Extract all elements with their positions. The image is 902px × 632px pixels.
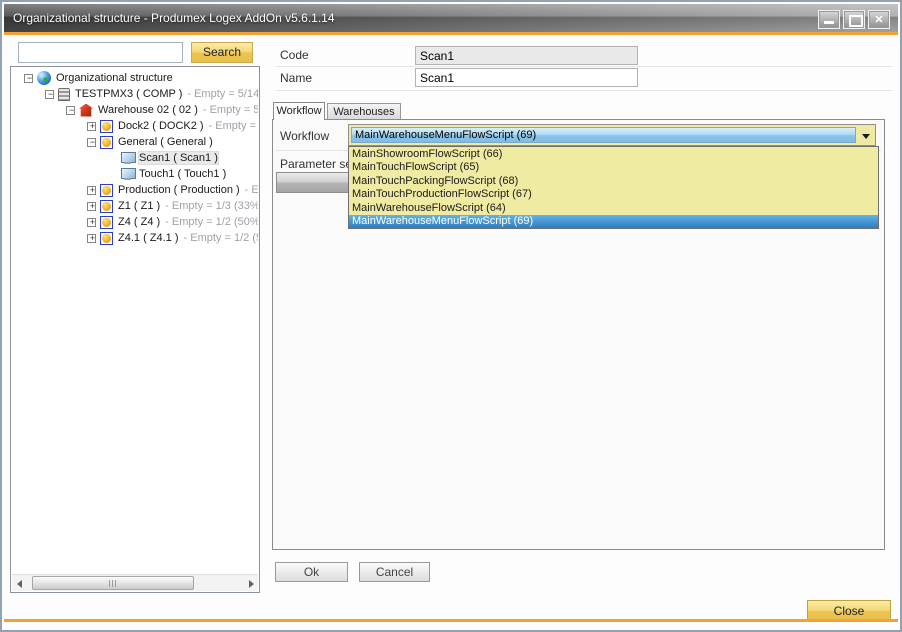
window-controls: [818, 10, 890, 29]
workflow-selected-value: MainWarehouseMenuFlowScript (69): [351, 127, 856, 143]
scroll-left-icon[interactable]: [12, 575, 28, 591]
globe-icon: [37, 71, 51, 85]
row-separator: [276, 90, 892, 91]
expand-icon[interactable]: [87, 122, 96, 131]
zone-icon: [100, 200, 113, 213]
name-field[interactable]: [415, 68, 638, 87]
name-label: Name: [280, 71, 312, 85]
cancel-button[interactable]: Cancel: [359, 562, 430, 582]
tree-item-organizational-structure[interactable]: Organizational structure: [12, 70, 258, 86]
ok-button[interactable]: Ok: [275, 562, 348, 582]
dialog-window: Organizational structure - Produmex Loge…: [0, 0, 902, 632]
scroll-right-icon[interactable]: [242, 575, 258, 591]
tab-workflow[interactable]: Workflow: [273, 102, 325, 120]
tree-rows: Organizational structure TESTPMX3 ( COMP…: [12, 70, 258, 246]
company-icon: [58, 88, 70, 101]
window-title: Organizational structure - Produmex Loge…: [13, 11, 335, 25]
scrollbar-thumb[interactable]: [32, 576, 194, 590]
terminal-icon: [121, 152, 134, 164]
tree-item-general[interactable]: General ( General ): [12, 134, 258, 150]
terminal-icon: [121, 168, 134, 180]
dropdown-option[interactable]: MainTouchProductionFlowScript (67): [349, 188, 878, 202]
code-field[interactable]: [415, 46, 638, 65]
code-label: Code: [280, 48, 309, 62]
accent-line-bottom: [4, 619, 898, 622]
tree-item-touch1[interactable]: Touch1 ( Touch1 ): [12, 166, 258, 182]
expand-icon[interactable]: [87, 202, 96, 211]
close-icon[interactable]: [868, 10, 890, 29]
zone-icon: [100, 120, 113, 133]
row-separator: [276, 66, 892, 67]
dropdown-option[interactable]: MainTouchFlowScript (65): [349, 161, 878, 175]
collapse-icon[interactable]: [87, 138, 96, 147]
workflow-label: Workflow: [280, 129, 329, 143]
collapse-icon[interactable]: [66, 106, 75, 115]
parameter-set-label: Parameter set: [280, 157, 355, 171]
tree-item-warehouse-02[interactable]: Warehouse 02 ( 02 ) - Empty = 5/: [12, 102, 258, 118]
zone-icon: [100, 136, 113, 149]
workflow-dropdown-list: MainShowroomFlowScript (66) MainTouchFlo…: [348, 146, 879, 229]
dropdown-option[interactable]: MainTouchPackingFlowScript (68): [349, 174, 878, 188]
collapse-icon[interactable]: [45, 90, 54, 99]
zone-icon: [100, 184, 113, 197]
collapse-icon[interactable]: [24, 74, 33, 83]
minimize-icon[interactable]: [818, 10, 840, 29]
tree-item-testpmx3[interactable]: TESTPMX3 ( COMP ) - Empty = 5/14: [12, 86, 258, 102]
zone-icon: [100, 216, 113, 229]
maximize-icon[interactable]: [843, 10, 865, 29]
workflow-combobox[interactable]: MainWarehouseMenuFlowScript (69): [348, 124, 876, 146]
org-structure-tree: Organizational structure TESTPMX3 ( COMP…: [10, 66, 260, 593]
chevron-down-icon[interactable]: [862, 134, 870, 139]
expand-icon[interactable]: [87, 218, 96, 227]
zone-icon: [100, 232, 113, 245]
warehouse-icon: [79, 104, 93, 117]
search-input[interactable]: [18, 42, 183, 63]
title-bar[interactable]: Organizational structure - Produmex Loge…: [4, 4, 898, 32]
tab-warehouses[interactable]: Warehouses: [327, 103, 401, 120]
tree-item-scan1[interactable]: Scan1 ( Scan1 ): [12, 150, 258, 166]
search-button[interactable]: Search: [191, 42, 253, 63]
dropdown-option-selected[interactable]: MainWarehouseMenuFlowScript (69): [349, 215, 878, 229]
tree-item-z1[interactable]: Z1 ( Z1 ) - Empty = 1/3 (33%): [12, 198, 258, 214]
expand-icon[interactable]: [87, 186, 96, 195]
dropdown-option[interactable]: MainWarehouseFlowScript (64): [349, 201, 878, 215]
tree-item-z4-1[interactable]: Z4.1 ( Z4.1 ) - Empty = 1/2 (5: [12, 230, 258, 246]
tree-item-z4[interactable]: Z4 ( Z4 ) - Empty = 1/2 (50%): [12, 214, 258, 230]
tree-horizontal-scrollbar[interactable]: [12, 574, 258, 591]
tree-item-dock2[interactable]: Dock2 ( DOCK2 ) - Empty = 2: [12, 118, 258, 134]
tree-item-production[interactable]: Production ( Production ) - Em: [12, 182, 258, 198]
expand-icon[interactable]: [87, 234, 96, 243]
accent-line-top: [4, 32, 898, 35]
dropdown-option[interactable]: MainShowroomFlowScript (66): [349, 147, 878, 161]
